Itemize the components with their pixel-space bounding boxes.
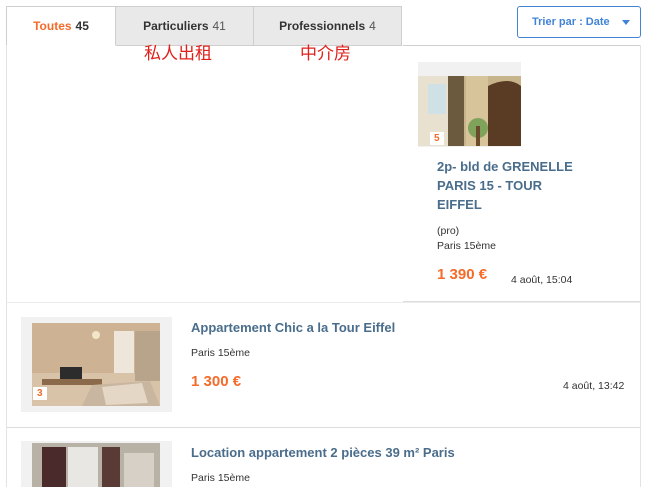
listing-title[interactable]: Appartement Chic a la Tour Eiffel bbox=[191, 318, 395, 337]
listing-date: 4 août, 15:04 bbox=[511, 274, 573, 286]
tab-label: Professionnels bbox=[279, 19, 366, 33]
listing-photo bbox=[32, 323, 160, 406]
listing-thumbnail[interactable]: 5 bbox=[418, 62, 521, 147]
title-line: 2p- bld de GRENELLE bbox=[437, 159, 573, 174]
sort-dropdown[interactable]: Trier par : Date bbox=[517, 6, 641, 38]
annotation-professionnels: 中介房 bbox=[300, 44, 351, 64]
photo-count-badge: 5 bbox=[430, 132, 444, 145]
photo-count-badge: 3 bbox=[33, 387, 47, 400]
sort-label: Trier par : Date bbox=[532, 16, 610, 28]
listing-divider bbox=[7, 427, 640, 428]
tab-label: Toutes bbox=[33, 19, 72, 33]
panel-border bbox=[640, 45, 641, 487]
listing-title[interactable]: Location appartement 2 pièces 39 m² Pari… bbox=[191, 443, 455, 462]
listing-price: 1 390 € bbox=[437, 266, 488, 283]
listing-date: 4 août, 13:42 bbox=[563, 380, 625, 392]
panel-border bbox=[403, 45, 641, 46]
pro-tag: (pro) bbox=[437, 225, 460, 237]
annotation-particuliers: 私人出租 bbox=[144, 44, 212, 64]
listing-thumbnail[interactable] bbox=[21, 441, 172, 487]
title-line: PARIS 15 - TOUR bbox=[437, 178, 542, 193]
tab-count: 45 bbox=[75, 19, 89, 33]
tab-count: 41 bbox=[212, 19, 226, 33]
chevron-down-icon bbox=[622, 20, 630, 25]
listing-location: Paris 15ème bbox=[191, 472, 250, 484]
listing-photo bbox=[32, 443, 160, 487]
panel-border bbox=[6, 46, 7, 487]
listing-title[interactable]: 2p- bld de GRENELLE PARIS 15 - TOUR EIFF… bbox=[437, 157, 617, 214]
tab-toutes[interactable]: Toutes 45 bbox=[6, 6, 116, 46]
tab-label: Particuliers bbox=[143, 19, 209, 33]
listing-price: 1 300 € bbox=[191, 373, 242, 390]
listing-divider bbox=[7, 302, 640, 303]
listing-thumbnail[interactable]: 3 bbox=[21, 317, 172, 412]
listing-location: Paris 15ème bbox=[191, 347, 250, 359]
title-line: EIFFEL bbox=[437, 197, 482, 212]
listing-location: Paris 15ème bbox=[437, 240, 496, 252]
tab-count: 4 bbox=[369, 19, 376, 33]
